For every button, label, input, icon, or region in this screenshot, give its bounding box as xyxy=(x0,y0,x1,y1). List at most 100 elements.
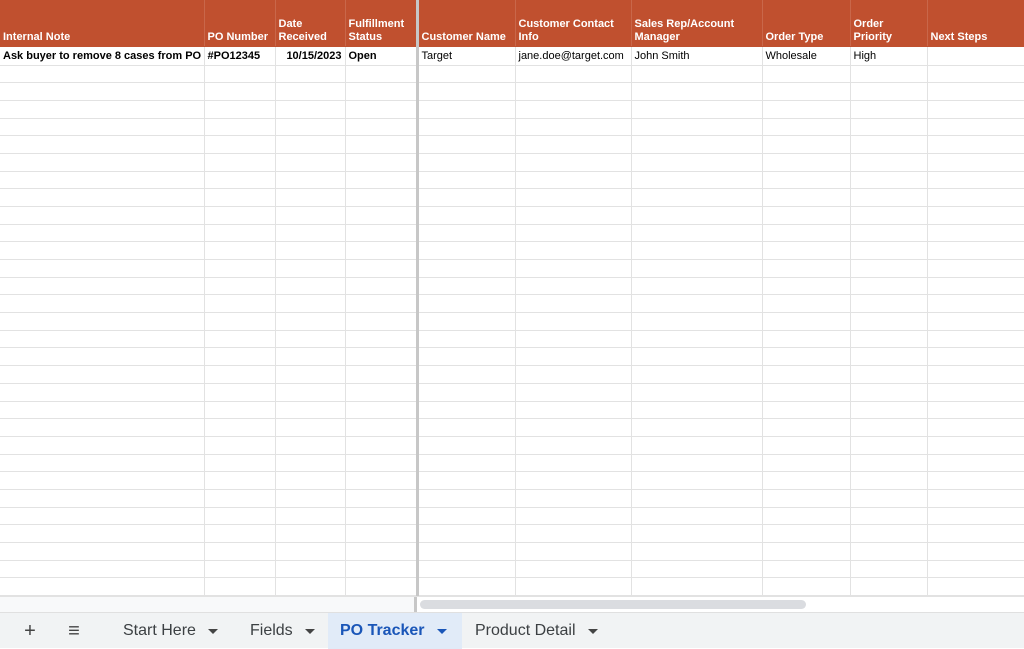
cell[interactable] xyxy=(204,365,276,384)
cell[interactable] xyxy=(515,347,632,367)
cell[interactable] xyxy=(927,259,1024,278)
cell[interactable] xyxy=(927,365,1024,384)
cell[interactable] xyxy=(515,524,632,543)
cell[interactable] xyxy=(417,347,516,367)
cell[interactable] xyxy=(927,118,1024,137)
cell[interactable] xyxy=(345,118,419,137)
cell[interactable] xyxy=(204,507,276,526)
cell[interactable] xyxy=(927,312,1024,331)
cell[interactable] xyxy=(417,241,516,261)
cell[interactable] xyxy=(631,294,763,314)
cell[interactable] xyxy=(762,454,851,473)
cell[interactable] xyxy=(850,365,928,384)
cell[interactable] xyxy=(927,82,1024,102)
cell[interactable] xyxy=(417,383,516,402)
cell[interactable] xyxy=(631,259,763,278)
cell[interactable] xyxy=(345,436,419,455)
cell[interactable] xyxy=(204,436,276,455)
cell[interactable] xyxy=(762,259,851,278)
cell[interactable] xyxy=(0,135,205,155)
cell[interactable] xyxy=(345,560,419,579)
cell[interactable] xyxy=(275,206,346,225)
cell[interactable] xyxy=(762,206,851,225)
cell[interactable] xyxy=(0,171,205,190)
tab-product-detail[interactable]: Product Detail xyxy=(463,613,610,649)
cell[interactable] xyxy=(762,153,851,172)
scrollbar-thumb[interactable] xyxy=(420,600,806,609)
cell[interactable]: Wholesale xyxy=(762,46,851,66)
cell[interactable] xyxy=(762,171,851,190)
cell[interactable] xyxy=(515,171,632,190)
cell[interactable] xyxy=(0,100,205,119)
cell[interactable] xyxy=(850,330,928,349)
cell[interactable] xyxy=(762,277,851,296)
cell[interactable] xyxy=(850,507,928,526)
cell[interactable] xyxy=(345,312,419,331)
cell[interactable] xyxy=(762,294,851,314)
cell[interactable] xyxy=(850,312,928,331)
cell[interactable] xyxy=(927,171,1024,190)
cell[interactable] xyxy=(275,542,346,561)
cell[interactable] xyxy=(515,153,632,172)
cell[interactable] xyxy=(515,471,632,490)
cell[interactable] xyxy=(631,135,763,155)
cell[interactable] xyxy=(275,294,346,314)
cell[interactable] xyxy=(631,365,763,384)
cell[interactable] xyxy=(850,206,928,225)
cell[interactable] xyxy=(417,560,516,579)
cell[interactable] xyxy=(850,188,928,208)
cell[interactable] xyxy=(0,577,205,596)
cell[interactable] xyxy=(0,471,205,490)
cell[interactable] xyxy=(631,206,763,225)
cell[interactable] xyxy=(927,436,1024,455)
cell[interactable] xyxy=(275,507,346,526)
cell[interactable] xyxy=(515,418,632,437)
cell[interactable] xyxy=(850,294,928,314)
cell[interactable] xyxy=(275,436,346,455)
cell[interactable] xyxy=(345,241,419,261)
cell[interactable] xyxy=(631,171,763,190)
column-header[interactable]: Order Type xyxy=(762,0,851,47)
cell[interactable] xyxy=(762,471,851,490)
cell[interactable] xyxy=(631,188,763,208)
cell[interactable] xyxy=(0,524,205,543)
cell[interactable] xyxy=(275,489,346,508)
cell[interactable] xyxy=(275,277,346,296)
cell[interactable] xyxy=(927,471,1024,490)
column-header[interactable]: Order Priority xyxy=(850,0,928,47)
column-header[interactable]: PO Number xyxy=(204,0,276,47)
cell[interactable] xyxy=(631,312,763,331)
cell[interactable] xyxy=(850,65,928,84)
cell[interactable] xyxy=(515,383,632,402)
cell[interactable] xyxy=(204,65,276,84)
cell[interactable] xyxy=(0,418,205,437)
cell[interactable] xyxy=(850,542,928,561)
cell[interactable] xyxy=(850,383,928,402)
cell[interactable] xyxy=(0,542,205,561)
cell[interactable] xyxy=(345,100,419,119)
cell[interactable] xyxy=(275,401,346,420)
cell[interactable] xyxy=(762,383,851,402)
cell[interactable] xyxy=(417,259,516,278)
cell[interactable] xyxy=(762,577,851,596)
cell[interactable] xyxy=(275,224,346,243)
cell[interactable] xyxy=(0,454,205,473)
cell[interactable] xyxy=(631,454,763,473)
cell[interactable] xyxy=(0,489,205,508)
chevron-down-icon[interactable] xyxy=(304,628,315,634)
cell[interactable] xyxy=(515,489,632,508)
cell[interactable] xyxy=(0,118,205,137)
cell[interactable] xyxy=(204,135,276,155)
cell[interactable] xyxy=(417,277,516,296)
cell[interactable] xyxy=(417,524,516,543)
cell[interactable]: Ask buyer to remove 8 cases from PO xyxy=(0,46,205,66)
cell[interactable] xyxy=(345,507,419,526)
cell[interactable] xyxy=(345,542,419,561)
column-header[interactable]: Next Steps xyxy=(927,0,1024,47)
cell[interactable] xyxy=(275,347,346,367)
cell[interactable] xyxy=(515,65,632,84)
cell[interactable] xyxy=(515,577,632,596)
cell[interactable] xyxy=(762,118,851,137)
cell[interactable]: High xyxy=(850,46,928,66)
cell[interactable] xyxy=(515,188,632,208)
